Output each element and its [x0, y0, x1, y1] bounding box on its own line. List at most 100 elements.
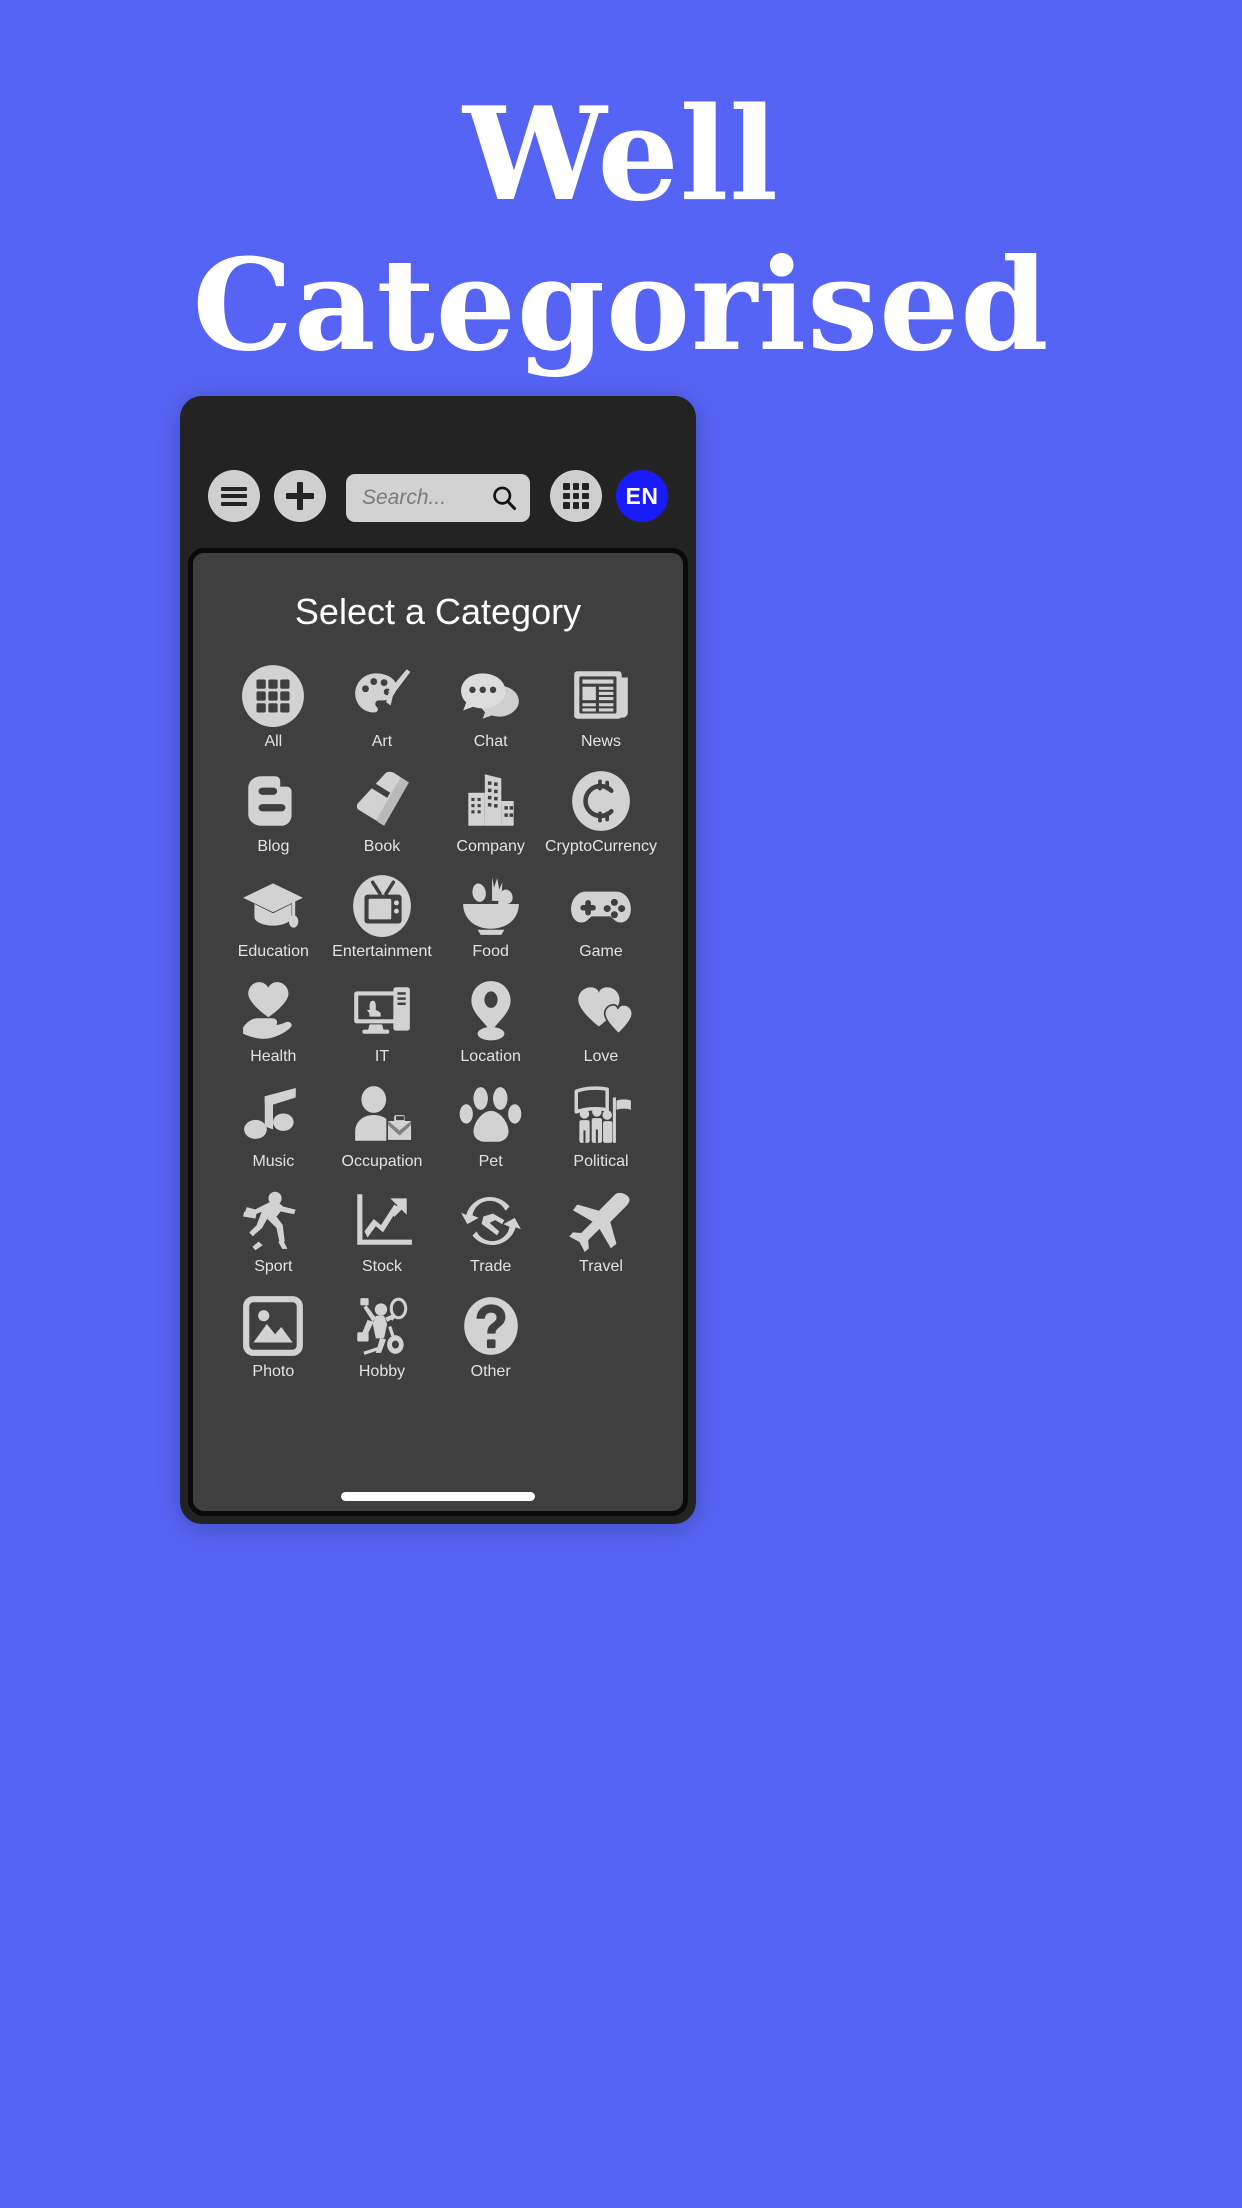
- newspaper-icon: [566, 661, 636, 731]
- category-label: Other: [470, 1363, 511, 1380]
- category-item-political[interactable]: Political: [545, 1081, 657, 1180]
- heart-in-hand-icon: [238, 976, 308, 1046]
- speech-bubbles-icon: [456, 661, 526, 731]
- category-label: CryptoCurrency: [544, 838, 657, 855]
- grid-view-icon: [563, 483, 589, 509]
- image-frame-icon: [238, 1291, 308, 1361]
- category-item-photo[interactable]: Photo: [219, 1291, 328, 1390]
- gamepad-icon: [566, 871, 636, 941]
- growth-chart-icon: [347, 1186, 417, 1256]
- television-icon: [347, 871, 417, 941]
- category-item-sport[interactable]: Sport: [219, 1186, 328, 1285]
- bitcoin-coin-icon: [566, 766, 636, 836]
- category-label: News: [580, 733, 621, 750]
- category-item-news[interactable]: News: [545, 661, 657, 760]
- handshake-cycle-icon: [456, 1186, 526, 1256]
- search-input[interactable]: Search...: [362, 486, 490, 510]
- category-label: Music: [252, 1153, 295, 1170]
- airplane-icon: [566, 1186, 636, 1256]
- category-item-art[interactable]: Art: [328, 661, 437, 760]
- category-label: Trade: [470, 1258, 512, 1275]
- category-label: Hobby: [358, 1363, 406, 1380]
- category-label: Book: [363, 838, 401, 855]
- category-label: Love: [583, 1048, 619, 1065]
- two-hearts-icon: [566, 976, 636, 1046]
- worker-briefcase-icon: [347, 1081, 417, 1151]
- category-label: All: [264, 733, 283, 750]
- category-label: Photo: [252, 1363, 295, 1380]
- category-item-pet[interactable]: Pet: [436, 1081, 545, 1180]
- home-indicator: [341, 1492, 535, 1501]
- phone-mockup: Search... EN Select a Category All Art C…: [180, 396, 696, 1524]
- category-item-location[interactable]: Location: [436, 976, 545, 1075]
- question-mark-icon: [456, 1291, 526, 1361]
- plus-icon: [286, 482, 314, 510]
- category-item-hobby[interactable]: Hobby: [328, 1291, 437, 1390]
- category-label: Stock: [361, 1258, 402, 1275]
- category-label: Game: [579, 943, 623, 960]
- category-item-occupation[interactable]: Occupation: [328, 1081, 437, 1180]
- category-item-it[interactable]: IT: [328, 976, 437, 1075]
- category-label: Company: [456, 838, 525, 855]
- category-item-stock[interactable]: Stock: [328, 1186, 437, 1285]
- hobby-person-icon: [347, 1291, 417, 1361]
- grid-circle-icon: [238, 661, 308, 731]
- category-item-other[interactable]: Other: [436, 1291, 545, 1390]
- category-item-entertainment[interactable]: Entertainment: [328, 871, 437, 970]
- search-field[interactable]: Search...: [346, 474, 530, 522]
- category-item-chat[interactable]: Chat: [436, 661, 545, 760]
- protest-crowd-icon: [566, 1081, 636, 1151]
- category-label: Location: [460, 1048, 521, 1065]
- map-pin-icon: [456, 976, 526, 1046]
- category-label: Political: [573, 1153, 629, 1170]
- app-toolbar: Search... EN: [180, 396, 696, 548]
- palette-brush-icon: [347, 661, 417, 731]
- hero-line-2: Categorised: [192, 231, 1050, 380]
- add-button[interactable]: [274, 470, 326, 522]
- menu-button[interactable]: [208, 470, 260, 522]
- category-label: Health: [250, 1048, 297, 1065]
- category-item-game[interactable]: Game: [545, 871, 657, 970]
- language-button[interactable]: EN: [616, 470, 668, 522]
- book-icon: [347, 766, 417, 836]
- category-label: Occupation: [341, 1153, 423, 1170]
- panel-title: Select a Category: [294, 591, 582, 632]
- category-grid: All Art Chat News Blog Book Company Cryp…: [193, 661, 683, 1390]
- running-person-icon: [238, 1186, 308, 1256]
- category-item-food[interactable]: Food: [436, 871, 545, 970]
- category-item-education[interactable]: Education: [219, 871, 328, 970]
- category-label: Food: [472, 943, 509, 960]
- category-label: Entertainment: [332, 943, 432, 960]
- magnifier-icon[interactable]: [490, 484, 518, 512]
- category-item-travel[interactable]: Travel: [545, 1186, 657, 1285]
- hero-headline: Well Categorised: [0, 80, 1242, 380]
- category-item-love[interactable]: Love: [545, 976, 657, 1075]
- graduation-cap-icon: [238, 871, 308, 941]
- category-panel: Select a Category All Art Chat News Blog…: [188, 548, 688, 1516]
- category-label: Blog: [257, 838, 290, 855]
- category-item-music[interactable]: Music: [219, 1081, 328, 1180]
- category-label: Chat: [473, 733, 508, 750]
- category-item-health[interactable]: Health: [219, 976, 328, 1075]
- category-label: Sport: [254, 1258, 293, 1275]
- category-item-blog[interactable]: Blog: [219, 766, 328, 865]
- music-note-icon: [238, 1081, 308, 1151]
- category-label: Art: [371, 733, 393, 750]
- category-label: Education: [237, 943, 309, 960]
- buildings-icon: [456, 766, 526, 836]
- category-label: Pet: [478, 1153, 503, 1170]
- category-item-cryptocurrency[interactable]: CryptoCurrency: [545, 766, 657, 865]
- category-item-trade[interactable]: Trade: [436, 1186, 545, 1285]
- hamburger-menu-icon: [221, 486, 247, 506]
- grid-view-button[interactable]: [550, 470, 602, 522]
- category-item-all[interactable]: All: [219, 661, 328, 760]
- hero-line-1: Well: [463, 80, 779, 230]
- category-item-book[interactable]: Book: [328, 766, 437, 865]
- category-label: Travel: [579, 1258, 623, 1275]
- paw-print-icon: [456, 1081, 526, 1151]
- blogger-b-icon: [238, 766, 308, 836]
- category-item-company[interactable]: Company: [436, 766, 545, 865]
- salad-bowl-icon: [456, 871, 526, 941]
- category-label: IT: [374, 1048, 390, 1065]
- desktop-computer-icon: [347, 976, 417, 1046]
